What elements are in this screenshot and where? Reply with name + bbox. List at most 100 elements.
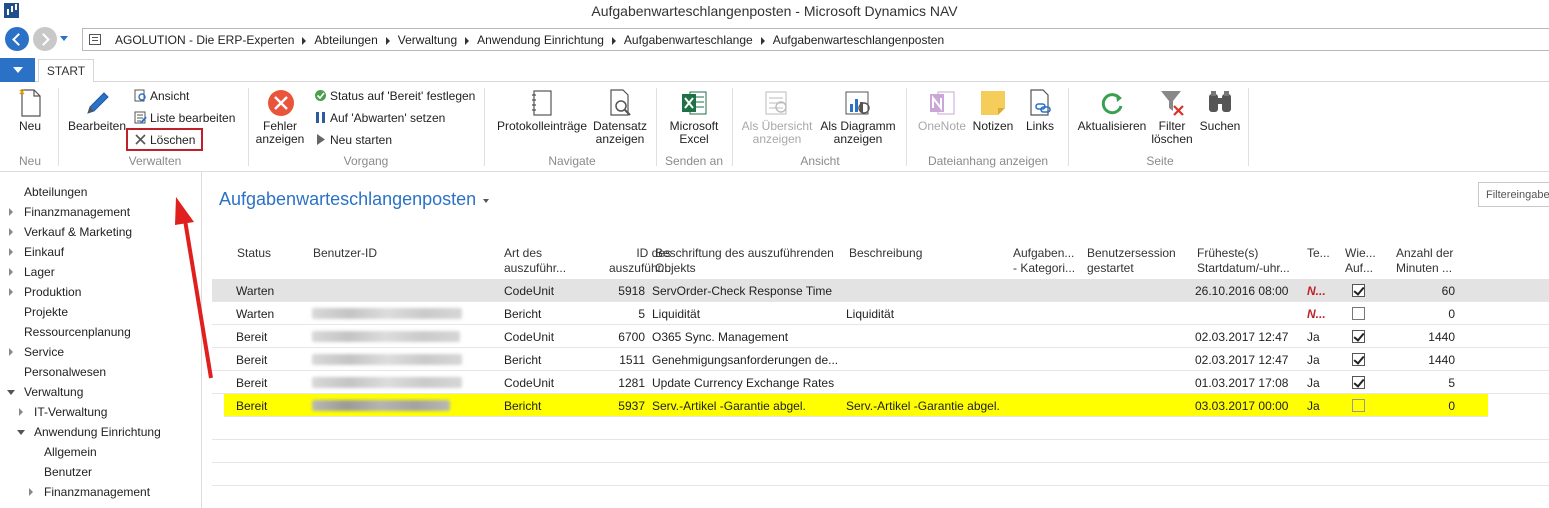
clear-filter-button[interactable]: Filter löschen <box>1148 88 1196 146</box>
sidebar-item[interactable]: Anwendung Einrichtung <box>34 425 161 439</box>
back-arrow-icon[interactable] <box>5 27 29 51</box>
show-error-button[interactable]: Fehler anzeigen <box>252 88 308 146</box>
breadcrumb-separator-icon[interactable] <box>465 36 470 45</box>
sidebar-item[interactable]: Projekte <box>24 305 68 319</box>
restart-button[interactable]: Neu starten <box>314 133 392 147</box>
page-title[interactable]: Aufgabenwarteschlangenposten <box>219 189 476 210</box>
expand-arrow-icon[interactable] <box>19 408 23 416</box>
history-dropdown-icon[interactable] <box>60 36 68 41</box>
column-header-object-type[interactable]: Art des auszuführ... <box>504 246 566 276</box>
column-header-te[interactable]: Te... <box>1307 246 1330 261</box>
expand-arrow-icon[interactable] <box>9 268 13 276</box>
collapse-arrow-icon[interactable] <box>17 430 25 435</box>
column-header-earliest-start[interactable]: Früheste(s) Startdatum/-uhr... <box>1197 246 1290 276</box>
show-as-chart-label-2: anzeigen <box>833 132 883 146</box>
forward-arrow-icon[interactable] <box>33 27 57 51</box>
collapse-arrow-icon[interactable] <box>7 390 15 395</box>
table-row[interactable]: Warten Bericht 5 Liquidität Liquidität N... 0 <box>212 302 1549 325</box>
search-label: Suchen <box>1199 119 1241 133</box>
breadcrumb-item-aufgabenwarteschlange[interactable]: Aufgabenwarteschlange <box>624 33 753 47</box>
column-header-recurring[interactable]: Wie... Auf... <box>1345 246 1376 276</box>
tab-start[interactable]: START <box>38 59 94 83</box>
application-menu-button[interactable] <box>0 58 35 82</box>
breadcrumb-separator-icon[interactable] <box>302 36 307 45</box>
column-header-user-id[interactable]: Benutzer-ID <box>313 246 377 261</box>
set-status-ready-button[interactable]: Status auf 'Bereit' festlegen <box>314 89 475 103</box>
sidebar-item[interactable]: Produktion <box>24 285 81 299</box>
expand-arrow-icon[interactable] <box>9 208 13 216</box>
links-button[interactable]: Links <box>1018 88 1062 133</box>
sidebar-item[interactable]: Verkauf & Marketing <box>24 225 132 239</box>
expand-arrow-icon[interactable] <box>9 228 13 236</box>
new-button[interactable]: Neu <box>8 88 52 133</box>
cell-earliest-start: 02.03.2017 12:47 <box>1195 330 1289 344</box>
table-row[interactable]: Warten CodeUnit 5918 ServOrder-Check Respon… <box>212 279 1549 302</box>
onenote-button[interactable]: OneNote <box>914 88 970 133</box>
search-button[interactable]: Suchen <box>1196 88 1244 133</box>
table-row[interactable]: Bereit Bericht 5937 Serv.-Artikel -Garantie… <box>224 394 1488 417</box>
recurring-checkbox[interactable] <box>1352 399 1365 412</box>
table-row[interactable]: Bereit CodeUnit 1281 Update Currency Exchan… <box>212 371 1549 394</box>
excel-button[interactable]: Microsoft Excel <box>662 88 726 146</box>
sidebar-item[interactable]: Abteilungen <box>24 185 87 199</box>
recurring-checkbox[interactable] <box>1352 307 1365 320</box>
group-label-dateianhang: Dateianhang anzeigen <box>927 154 1049 168</box>
view-button[interactable]: Ansicht <box>134 89 189 103</box>
expand-arrow-icon[interactable] <box>9 248 13 256</box>
title-dropdown-icon[interactable] <box>483 199 489 203</box>
sidebar-item[interactable]: Finanzmanagement <box>44 485 150 499</box>
breadcrumb-item-company[interactable]: AGOLUTION - Die ERP-Experten <box>115 33 294 47</box>
sidebar-item[interactable]: Service <box>24 345 64 359</box>
set-on-hold-button[interactable]: Auf 'Abwarten' setzen <box>314 111 445 125</box>
log-entries-button[interactable]: Protokolleinträge <box>494 88 590 133</box>
show-record-button[interactable]: Datensatz anzeigen <box>590 88 650 146</box>
delete-highlight-frame <box>126 128 203 151</box>
notes-button[interactable]: Notizen <box>970 88 1016 133</box>
sidebar-item[interactable]: Ressourcenplanung <box>24 325 131 339</box>
edit-button[interactable]: Bearbeiten <box>66 88 128 133</box>
breadcrumb-item-abteilungen[interactable]: Abteilungen <box>314 33 377 47</box>
column-header-description[interactable]: Beschreibung <box>849 246 922 261</box>
recurring-checkbox[interactable] <box>1352 330 1365 343</box>
breadcrumb-separator-icon[interactable] <box>760 36 765 45</box>
breadcrumb-separator-icon[interactable] <box>611 36 616 45</box>
expand-arrow-icon[interactable] <box>9 348 13 356</box>
sidebar-item[interactable]: IT-Verwaltung <box>34 405 107 419</box>
table-row[interactable]: Bereit CodeUnit 6700 O365 Sync. Management 0… <box>212 325 1549 348</box>
sidebar-item[interactable]: Einkauf <box>24 245 64 259</box>
column-header-status[interactable]: Status <box>237 246 271 261</box>
sidebar-item[interactable]: Benutzer <box>44 465 92 479</box>
edit-list-button[interactable]: Liste bearbeiten <box>134 111 235 125</box>
column-header-recurring-line2: Auf... <box>1345 261 1374 275</box>
sidebar-item[interactable]: Allgemein <box>44 445 97 459</box>
ribbon: Neu Neu Bearbeiten Ansicht Liste bearbei… <box>0 82 1549 172</box>
breadcrumb-item-verwaltung[interactable]: Verwaltung <box>398 33 457 47</box>
expand-arrow-icon[interactable] <box>9 288 13 296</box>
show-as-chart-button[interactable]: Als Diagramm anzeigen <box>818 88 898 146</box>
table-row[interactable]: Bereit Bericht 1511 Genehmigungsanforderung… <box>212 348 1549 371</box>
column-header-category[interactable]: Aufgaben... - Kategori... <box>1013 246 1075 276</box>
filter-input[interactable]: Filtereingabe <box>1478 182 1549 207</box>
sidebar-item[interactable]: Verwaltung <box>24 385 83 399</box>
sidebar-item[interactable]: Personalwesen <box>24 365 106 379</box>
log-entries-label: Protokolleinträge <box>496 119 588 133</box>
sidebar-item[interactable]: Finanzmanagement <box>24 205 130 219</box>
column-header-minutes-line1: Anzahl der <box>1396 246 1454 260</box>
breadcrumb-item-anwendung-einrichtung[interactable]: Anwendung Einrichtung <box>477 33 604 47</box>
column-header-session-started[interactable]: Benutzersession gestartet <box>1087 246 1176 276</box>
cell-object-caption: Liquidität <box>652 307 701 321</box>
view-icon <box>134 89 147 102</box>
expand-arrow-icon[interactable] <box>29 488 33 496</box>
recurring-checkbox[interactable] <box>1352 353 1365 366</box>
show-as-list-button[interactable]: Als Übersicht anzeigen <box>738 88 816 146</box>
recurring-checkbox[interactable] <box>1352 376 1365 389</box>
redacted-user-id <box>312 400 450 411</box>
breadcrumb-separator-icon[interactable] <box>385 36 390 45</box>
sidebar-item[interactable]: Lager <box>24 265 55 279</box>
breadcrumb-item-current[interactable]: Aufgabenwarteschlangenposten <box>773 33 944 47</box>
column-header-minutes[interactable]: Anzahl der Minuten ... <box>1396 246 1453 276</box>
refresh-button[interactable]: Aktualisieren <box>1076 88 1148 133</box>
group-label-verwalten: Verwalten <box>128 154 182 168</box>
recurring-checkbox[interactable] <box>1352 284 1365 297</box>
column-header-object-caption[interactable]: Beschriftung des auszuführenden Objekts <box>655 246 834 276</box>
